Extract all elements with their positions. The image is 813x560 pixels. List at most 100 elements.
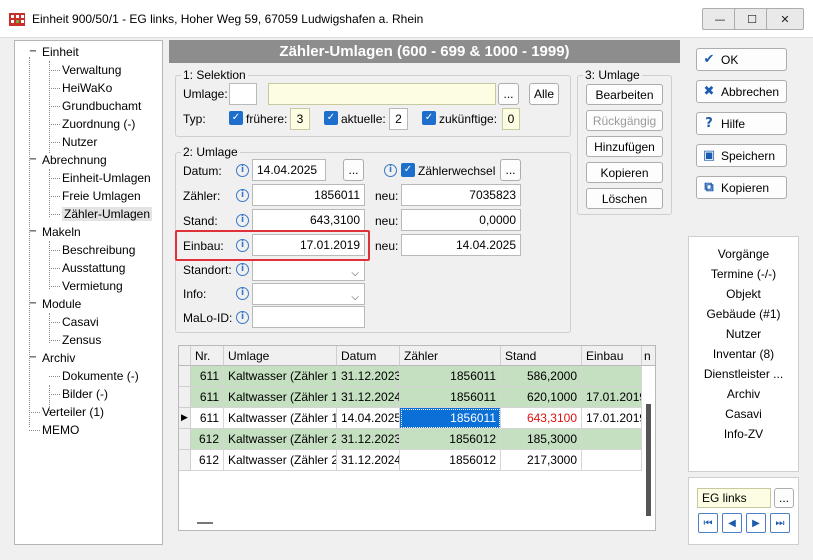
last-record-icon[interactable]: ⏭ [770, 513, 790, 533]
tree-item-archiv[interactable]: − Archiv [29, 349, 76, 367]
current-row-pointer-icon[interactable]: ▶ [179, 408, 191, 429]
nav-link-info-zv[interactable]: Info-ZV [689, 427, 798, 441]
neu-stand-input[interactable]: 0,0000 [401, 209, 521, 231]
nav-link-nutzer[interactable]: Nutzer [689, 327, 798, 341]
standort-info-icon[interactable]: i [236, 263, 249, 276]
tree-item-memo[interactable]: MEMO [42, 421, 79, 439]
tree-item-makeln[interactable]: − Makeln [29, 223, 81, 241]
table-row[interactable]: 612 Kaltwasser (Zähler 2) 31.12.2024 185601… [179, 450, 644, 471]
row-indicator[interactable] [179, 366, 191, 387]
tree-item-heiwako[interactable]: HeiWaKo [62, 79, 112, 97]
tree-item-nutzer[interactable]: Nutzer [62, 133, 97, 151]
umlage-code-input[interactable] [229, 83, 257, 105]
tree-item-ausstattung[interactable]: Ausstattung [62, 259, 125, 277]
stand-input[interactable]: 643,3100 [252, 209, 365, 231]
tree-item-vermietung[interactable]: Vermietung [62, 277, 123, 295]
speichern-button[interactable]: ▣ Speichern [696, 144, 787, 167]
cell-datum[interactable]: 31.12.2024 [337, 450, 400, 471]
cell-einbau[interactable] [582, 429, 642, 450]
cell-zaehler[interactable]: 1856012 [400, 429, 501, 450]
tree-item-zuordnung[interactable]: Zuordnung (-) [62, 115, 135, 133]
tree-item-verteiler-1[interactable]: Verteiler (1) [42, 403, 104, 421]
cell-zaehler[interactable]: 1856012 [400, 450, 501, 471]
first-record-icon[interactable]: ⏮ [698, 513, 718, 533]
cell-datum[interactable]: 31.12.2024 [337, 387, 400, 408]
close-button[interactable]: ✕ [766, 8, 804, 30]
hinzufuegen-button[interactable]: Hinzufügen [586, 136, 663, 157]
cell-stand[interactable]: 185,3000 [501, 429, 582, 450]
info-select[interactable]: ⌵ [252, 283, 365, 305]
kopieren-umlage-button[interactable]: Kopieren [586, 162, 663, 183]
zaehlerwechsel-checkbox[interactable]: ✓ [401, 163, 415, 177]
tree-item-dokumente[interactable]: Dokumente (-) [62, 367, 139, 385]
column-header-zaehler[interactable]: Zähler [400, 346, 501, 366]
zukuenftige-checkbox[interactable]: ✓ [422, 111, 436, 125]
datum-picker-button[interactable]: ... [343, 159, 364, 181]
aktuelle-checkbox[interactable]: ✓ [324, 111, 338, 125]
rueckgaengig-button[interactable]: Rückgängig [586, 110, 663, 131]
tree-item-casavi[interactable]: Casavi [62, 313, 99, 331]
cell-stand[interactable]: 620,1000 [501, 387, 582, 408]
column-header-n[interactable]: n [642, 346, 655, 366]
hilfe-button[interactable]: ? Hilfe [696, 112, 787, 135]
table-row[interactable]: ▶ 611 Kaltwasser (Zähler 1) 14.04.2025 18560… [179, 408, 644, 429]
column-header-einbau[interactable]: Einbau [582, 346, 642, 366]
standort-select[interactable]: ⌵ [252, 259, 365, 281]
cell-zaehler[interactable]: 1856011 [400, 408, 501, 429]
next-record-icon[interactable]: ▶ [746, 513, 766, 533]
nav-link-casavi[interactable]: Casavi [689, 407, 798, 421]
vertical-scrollbar[interactable] [643, 366, 655, 530]
nav-link-gebäude-1[interactable]: Gebäude (#1) [689, 307, 798, 321]
column-header-stand[interactable]: Stand [501, 346, 582, 366]
kopieren-button[interactable]: ⧉ Kopieren [696, 176, 787, 199]
column-header-nr[interactable]: Nr. [191, 346, 224, 366]
cell-umlage[interactable]: Kaltwasser (Zähler 1) [224, 408, 337, 429]
cell-nr[interactable]: 611 [191, 366, 224, 387]
nav-link-dienstleister[interactable]: Dienstleister ... [689, 367, 798, 381]
malo-id-info-icon[interactable]: i [236, 311, 249, 324]
malo-id-input[interactable] [252, 306, 365, 328]
cell-umlage[interactable]: Kaltwasser (Zähler 1) [224, 366, 337, 387]
stand-info-icon[interactable]: i [236, 214, 249, 227]
column-header-umlage[interactable]: Umlage [224, 346, 337, 366]
tree-item-freie-umlagen[interactable]: Freie Umlagen [62, 187, 141, 205]
table-row[interactable]: 611 Kaltwasser (Zähler 1) 31.12.2024 185601… [179, 387, 644, 408]
alle-button[interactable]: Alle [529, 83, 559, 105]
table-row[interactable]: 611 Kaltwasser (Zähler 1) 31.12.2023 185601… [179, 366, 644, 387]
loeschen-button[interactable]: Löschen [586, 188, 663, 209]
ok-button[interactable]: ✔ OK [696, 48, 787, 71]
previous-record-icon[interactable]: ◀ [722, 513, 742, 533]
info-info-icon[interactable]: i [236, 287, 249, 300]
row-indicator[interactable] [179, 429, 191, 450]
cell-zaehler[interactable]: 1856011 [400, 387, 501, 408]
umlage-lookup-button[interactable]: ... [498, 83, 519, 105]
cell-stand[interactable]: 217,3000 [501, 450, 582, 471]
tree-item-verwaltung[interactable]: Verwaltung [62, 61, 121, 79]
tree-item-einheit-umlagen[interactable]: Einheit-Umlagen [62, 169, 151, 187]
tree-item-zähler-umlagen[interactable]: Zähler-Umlagen [62, 205, 153, 223]
record-lookup-button[interactable]: ... [774, 488, 794, 508]
table-row[interactable]: 612 Kaltwasser (Zähler 2) 31.12.2023 185601… [179, 429, 644, 450]
nav-link-objekt[interactable]: Objekt [689, 287, 798, 301]
tree-item-einheit[interactable]: − Einheit [29, 43, 79, 61]
cell-nr[interactable]: 611 [191, 408, 224, 429]
cell-stand[interactable]: 643,3100 [501, 408, 582, 429]
cell-datum[interactable]: 31.12.2023 [337, 366, 400, 387]
minimize-button[interactable]: — [702, 8, 738, 30]
nav-link-archiv[interactable]: Archiv [689, 387, 798, 401]
row-indicator[interactable] [179, 450, 191, 471]
column-header-datum[interactable]: Datum [337, 346, 400, 366]
horizontal-scrollbar-thumb[interactable] [197, 522, 213, 524]
cell-zaehler[interactable]: 1856011 [400, 366, 501, 387]
umlage-name-input[interactable] [268, 83, 496, 105]
scrollbar-thumb[interactable] [646, 404, 651, 516]
datum-info-icon[interactable]: i [236, 164, 249, 177]
tree-item-beschreibung[interactable]: Beschreibung [62, 241, 135, 259]
fruehere-checkbox[interactable]: ✓ [229, 111, 243, 125]
maximize-button[interactable]: ☐ [734, 8, 770, 30]
cell-datum[interactable]: 14.04.2025 [337, 408, 400, 429]
cell-umlage[interactable]: Kaltwasser (Zähler 2) [224, 450, 337, 471]
cell-einbau[interactable] [582, 450, 642, 471]
cell-nr[interactable]: 612 [191, 429, 224, 450]
cell-nr[interactable]: 612 [191, 450, 224, 471]
